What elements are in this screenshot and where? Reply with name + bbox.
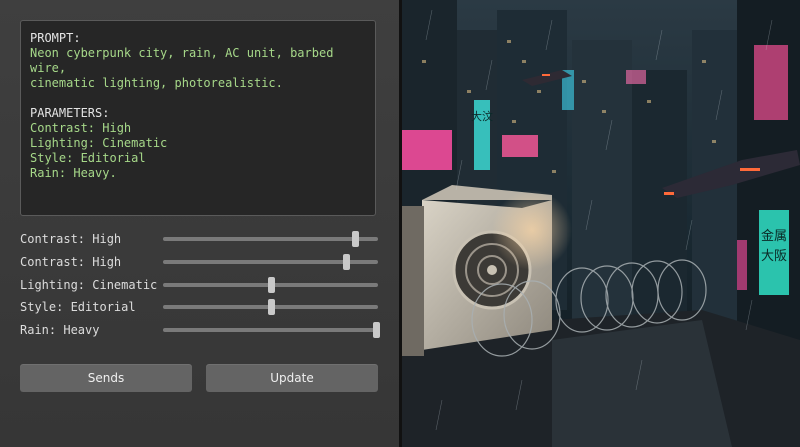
slider-track[interactable] xyxy=(163,231,378,247)
slider-track[interactable] xyxy=(163,299,378,315)
generated-image: 大汶 金属 大阪 xyxy=(402,0,800,447)
update-button[interactable]: Update xyxy=(206,364,378,392)
parameter-line: Style: Editorial xyxy=(30,151,146,165)
slider-track[interactable] xyxy=(163,254,378,270)
slider-lighting: Lighting: Cinematic xyxy=(20,275,378,295)
parameters-heading: PARAMETERS: xyxy=(30,106,110,120)
slider-label: Contrast: High xyxy=(20,232,122,246)
slider-thumb[interactable] xyxy=(343,254,351,270)
neon-sign-text: 大阪 xyxy=(761,249,787,264)
parameter-line: Contrast: High xyxy=(30,121,132,135)
neon-sign-text: 大汶 xyxy=(471,109,493,123)
prompt-line-1: Neon cyberpunk city, rain, AC unit, barb… xyxy=(30,46,334,75)
slider-track[interactable] xyxy=(163,277,378,293)
slider-thumb[interactable] xyxy=(267,277,275,293)
slider-contrast-1: Contrast: High xyxy=(20,229,378,249)
slider-label: Lighting: Cinematic xyxy=(20,278,158,292)
neon-sign-text: 金属 xyxy=(761,228,787,244)
sends-button[interactable]: Sends xyxy=(20,364,192,392)
prompt-heading: PROMPT: xyxy=(30,31,81,45)
control-panel: PROMPT: Neon cyberpunk city, rain, AC un… xyxy=(0,0,400,447)
slider-label: Style: Editorial xyxy=(20,300,136,314)
slider-track[interactable] xyxy=(163,322,380,338)
slider-rain: Rain: Heavy xyxy=(20,320,380,340)
slider-contrast-2: Contrast: High xyxy=(20,252,378,272)
slider-style: Style: Editorial xyxy=(20,297,378,317)
parameter-line: Lighting: Cinematic xyxy=(30,136,168,150)
slider-label: Rain: Heavy xyxy=(20,323,100,337)
prompt-line-2: cinematic lighting, photorealistic. xyxy=(30,76,283,90)
slider-thumb[interactable] xyxy=(267,299,275,315)
slider-thumb[interactable] xyxy=(351,231,359,247)
slider-label: Contrast: High xyxy=(20,255,122,269)
slider-thumb[interactable] xyxy=(373,322,380,338)
prompt-textbox[interactable]: PROMPT: Neon cyberpunk city, rain, AC un… xyxy=(20,20,376,216)
cyberpunk-scene-image: 大汶 金属 大阪 xyxy=(402,0,800,447)
parameter-line: Rain: Heavy. xyxy=(30,166,117,180)
